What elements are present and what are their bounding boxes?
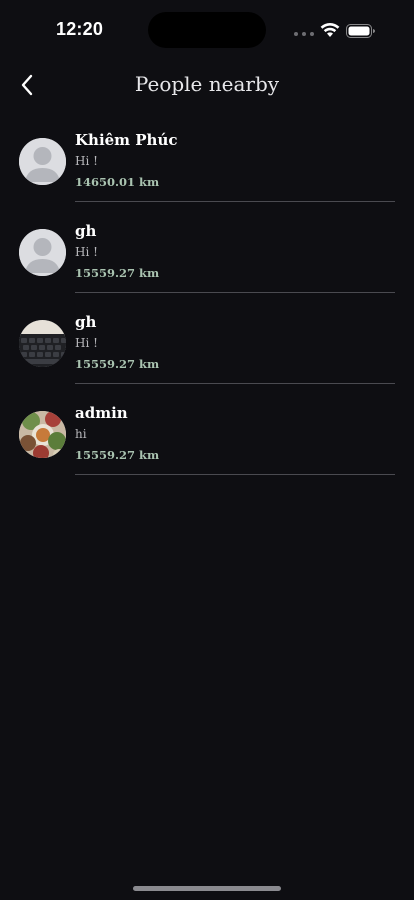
person-status: Hi ! (75, 336, 98, 350)
divider (75, 474, 395, 475)
person-name: admin (75, 404, 128, 422)
person-distance: 14650.01 km (75, 175, 160, 189)
person-name: Khiêm Phúc (75, 131, 178, 149)
nav-bar: People nearby (0, 60, 414, 110)
home-indicator[interactable] (133, 886, 281, 891)
signal-dots-icon (294, 32, 314, 36)
person-distance: 15559.27 km (75, 448, 160, 462)
list-item[interactable]: admin hi 15559.27 km (0, 389, 414, 480)
people-list: Khiêm Phúc Hi ! 14650.01 km gh Hi ! 1555… (0, 116, 414, 480)
list-item[interactable]: gh Hi ! 15559.27 km (0, 298, 414, 389)
person-name: gh (75, 313, 97, 331)
divider (75, 383, 395, 384)
default-avatar-icon (19, 229, 66, 276)
person-status: Hi ! (75, 245, 98, 259)
battery-icon (346, 23, 376, 38)
person-status: Hi ! (75, 154, 98, 168)
list-item[interactable]: gh Hi ! 15559.27 km (0, 207, 414, 298)
person-status: hi (75, 427, 87, 441)
page-title: People nearby (134, 72, 280, 96)
person-distance: 15559.27 km (75, 357, 160, 371)
keyboard-photo-avatar (19, 320, 66, 367)
status-bar: 12:20 (0, 0, 414, 56)
wifi-icon (320, 22, 340, 38)
list-item[interactable]: Khiêm Phúc Hi ! 14650.01 km (0, 116, 414, 207)
food-photo-avatar (19, 411, 66, 458)
status-time: 12:20 (56, 19, 104, 39)
divider (75, 201, 395, 202)
person-distance: 15559.27 km (75, 266, 160, 280)
divider (75, 292, 395, 293)
person-name: gh (75, 222, 97, 240)
dynamic-island (148, 12, 266, 48)
default-avatar-icon (19, 138, 66, 185)
